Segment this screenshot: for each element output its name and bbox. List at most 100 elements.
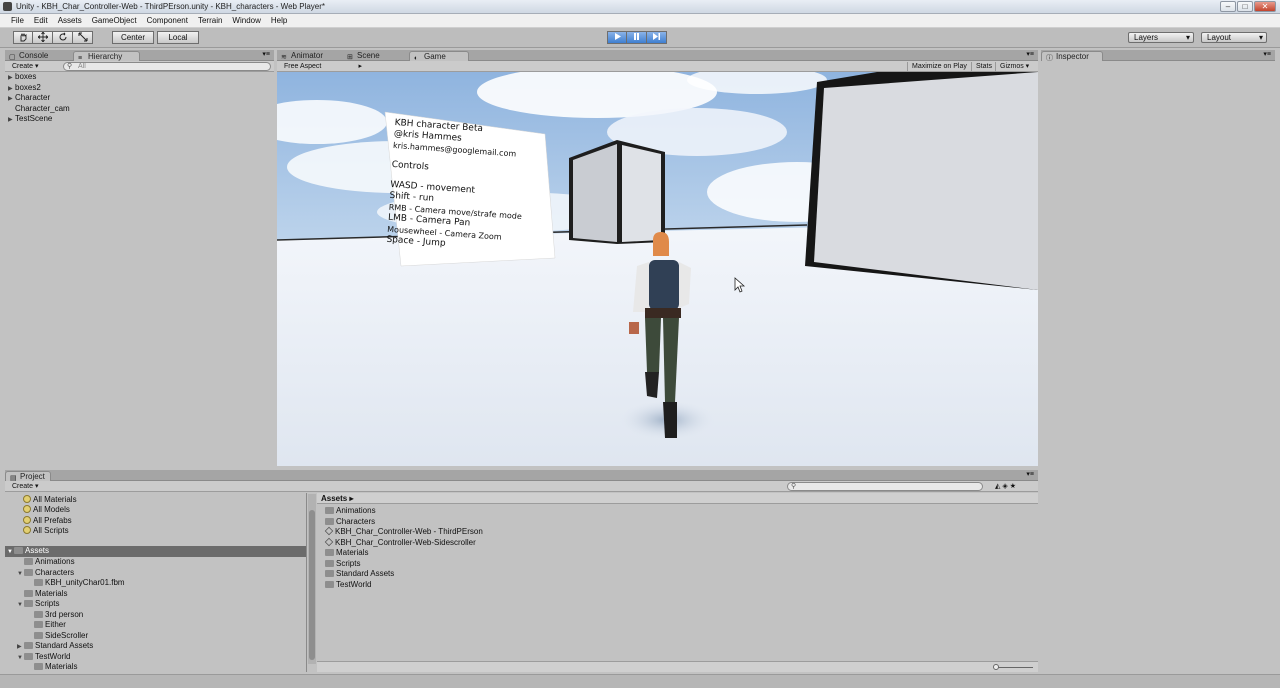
- tree-item-fbm[interactable]: KBH_unityChar01.fbm: [27, 578, 125, 588]
- menu-bar: File Edit Assets GameObject Component Te…: [0, 14, 1280, 28]
- favorite-all-materials[interactable]: All Materials: [23, 495, 77, 505]
- breadcrumb[interactable]: Assets ▸: [321, 494, 354, 503]
- menu-gameobject[interactable]: GameObject: [87, 14, 142, 27]
- expand-arrow-icon[interactable]: ▼: [17, 653, 24, 663]
- tree-item-either[interactable]: Either: [27, 620, 66, 630]
- maximize-on-play-toggle[interactable]: Maximize on Play: [907, 62, 971, 71]
- tree-item-label: Materials: [35, 589, 68, 598]
- tab-game[interactable]: ◐ Game: [409, 51, 469, 62]
- search-icon: ⚲: [67, 63, 73, 70]
- tab-animator[interactable]: ≋ Animator: [277, 51, 329, 61]
- folder-icon: [34, 663, 43, 670]
- expand-arrow-icon[interactable]: ▼: [17, 569, 24, 579]
- tree-item-testworld-materials[interactable]: Materials: [27, 662, 77, 672]
- tree-scrollbar[interactable]: [308, 494, 316, 664]
- icon-size-slider[interactable]: [997, 667, 1033, 668]
- menu-file[interactable]: File: [6, 14, 29, 27]
- menu-window[interactable]: Window: [227, 14, 265, 27]
- panel-menu-icon[interactable]: ▾≡: [1263, 50, 1271, 58]
- project-search-input[interactable]: ⚲: [787, 482, 983, 491]
- asset-item-scene-sidescroller[interactable]: KBH_Char_Controller-Web-Sidescroller: [324, 537, 476, 548]
- expand-arrow-icon[interactable]: ▶: [8, 115, 15, 125]
- favorite-all-prefabs[interactable]: All Prefabs: [23, 516, 72, 526]
- menu-edit[interactable]: Edit: [29, 14, 53, 27]
- layers-dropdown[interactable]: Layers ▾: [1128, 32, 1194, 43]
- tab-scene[interactable]: ⊞ Scene: [343, 51, 386, 61]
- asset-item-standard-assets[interactable]: Standard Assets: [325, 569, 394, 579]
- menu-assets[interactable]: Assets: [53, 14, 87, 27]
- hierarchy-item-testscene[interactable]: ▶ TestScene: [8, 114, 52, 125]
- menu-terrain[interactable]: Terrain: [193, 14, 227, 27]
- tree-item-assets[interactable]: ▼ Assets: [5, 546, 306, 557]
- pause-button[interactable]: [627, 31, 647, 44]
- project-create-dropdown[interactable]: Create ▾: [8, 482, 42, 491]
- aspect-dropdown[interactable]: Free Aspect ▸: [280, 62, 365, 71]
- tab-hierarchy-label: Hierarchy: [88, 52, 123, 61]
- hierarchy-create-dropdown[interactable]: Create ▾: [8, 62, 42, 71]
- asset-item-testworld[interactable]: TestWorld: [325, 580, 371, 590]
- tab-console[interactable]: ▢ Console: [5, 51, 54, 61]
- move-icon: [37, 31, 48, 43]
- hierarchy-search-input[interactable]: ⚲ All: [63, 62, 271, 71]
- asset-item-materials[interactable]: Materials: [325, 548, 368, 558]
- tree-item-animations[interactable]: Animations: [17, 557, 75, 567]
- hierarchy-create-label: Create: [12, 63, 34, 70]
- maximize-button[interactable]: □: [1237, 1, 1253, 12]
- filter-label-icon[interactable]: ◈: [1002, 483, 1009, 490]
- favorite-all-scripts[interactable]: All Scripts: [23, 526, 69, 536]
- slider-thumb[interactable]: [993, 664, 999, 670]
- hierarchy-item-character-cam[interactable]: Character_cam: [8, 104, 70, 114]
- play-button[interactable]: [607, 31, 627, 44]
- asset-item-scripts[interactable]: Scripts: [325, 559, 360, 569]
- menu-component[interactable]: Component: [142, 14, 193, 27]
- step-button[interactable]: [647, 31, 667, 44]
- game-viewport[interactable]: KBH character Beta @kris Hammes kris.ham…: [277, 72, 1038, 466]
- pivot-center-toggle[interactable]: Center: [112, 31, 154, 44]
- pivot-local-toggle[interactable]: Local: [157, 31, 199, 44]
- tab-project[interactable]: ▤ Project: [5, 471, 51, 482]
- panel-menu-icon[interactable]: ▾≡: [262, 50, 270, 58]
- hand-tool-button[interactable]: [13, 31, 33, 44]
- layout-dropdown[interactable]: Layout ▾: [1201, 32, 1267, 43]
- minimize-button[interactable]: –: [1220, 1, 1236, 12]
- expand-arrow-icon[interactable]: ▶: [8, 73, 15, 83]
- maximize-on-play-label: Maximize on Play: [912, 63, 967, 70]
- expand-arrow-icon[interactable]: ▼: [17, 600, 24, 610]
- expand-arrow-icon[interactable]: ▼: [7, 547, 14, 557]
- close-button[interactable]: ✕: [1254, 1, 1276, 12]
- tree-item-standard-assets[interactable]: ▶ Standard Assets: [17, 641, 93, 652]
- tree-item-scripts[interactable]: ▼ Scripts: [17, 599, 59, 610]
- asset-item-scene-thirdperson[interactable]: KBH_Char_Controller-Web - ThirdPErson: [324, 526, 483, 537]
- stats-toggle[interactable]: Stats: [971, 62, 996, 71]
- scrollbar-thumb[interactable]: [309, 510, 315, 660]
- folder-icon: [24, 558, 33, 565]
- folder-icon: [24, 642, 33, 649]
- expand-arrow-icon[interactable]: ▶: [17, 642, 24, 652]
- gizmos-dropdown[interactable]: Gizmos ▾: [995, 62, 1033, 71]
- rotate-tool-button[interactable]: [53, 31, 73, 44]
- folder-icon: [325, 581, 334, 588]
- asset-item-animations[interactable]: Animations: [325, 506, 376, 516]
- saved-search-icon: [23, 526, 31, 534]
- hierarchy-item-character[interactable]: ▶ Character: [8, 93, 50, 104]
- tree-item-3rd-person[interactable]: 3rd person: [27, 610, 83, 620]
- favorite-star-icon[interactable]: ★: [1010, 483, 1018, 490]
- favorite-label: All Materials: [33, 495, 77, 504]
- panel-menu-icon[interactable]: ▾≡: [1026, 470, 1034, 478]
- move-tool-button[interactable]: [33, 31, 53, 44]
- hierarchy-item-boxes[interactable]: ▶ boxes: [8, 72, 36, 83]
- scale-tool-button[interactable]: [73, 31, 93, 44]
- favorite-label: All Scripts: [33, 526, 69, 535]
- panel-menu-icon[interactable]: ▾≡: [1026, 50, 1034, 58]
- expand-arrow-icon[interactable]: ▶: [8, 94, 15, 104]
- tab-hierarchy[interactable]: ≡ Hierarchy: [73, 51, 140, 62]
- inspector-tabstrip: ⓘ Inspector ▾≡: [1041, 50, 1275, 62]
- asset-item-characters[interactable]: Characters: [325, 517, 375, 527]
- tree-item-materials[interactable]: Materials: [17, 589, 67, 599]
- tab-inspector[interactable]: ⓘ Inspector: [1041, 51, 1103, 62]
- saved-search-icon: [23, 505, 31, 513]
- menu-help[interactable]: Help: [266, 14, 292, 27]
- filter-icons[interactable]: ◭◈★: [995, 482, 1018, 490]
- tree-item-sidescroller[interactable]: SideScroller: [27, 631, 88, 641]
- favorite-all-models[interactable]: All Models: [23, 505, 70, 515]
